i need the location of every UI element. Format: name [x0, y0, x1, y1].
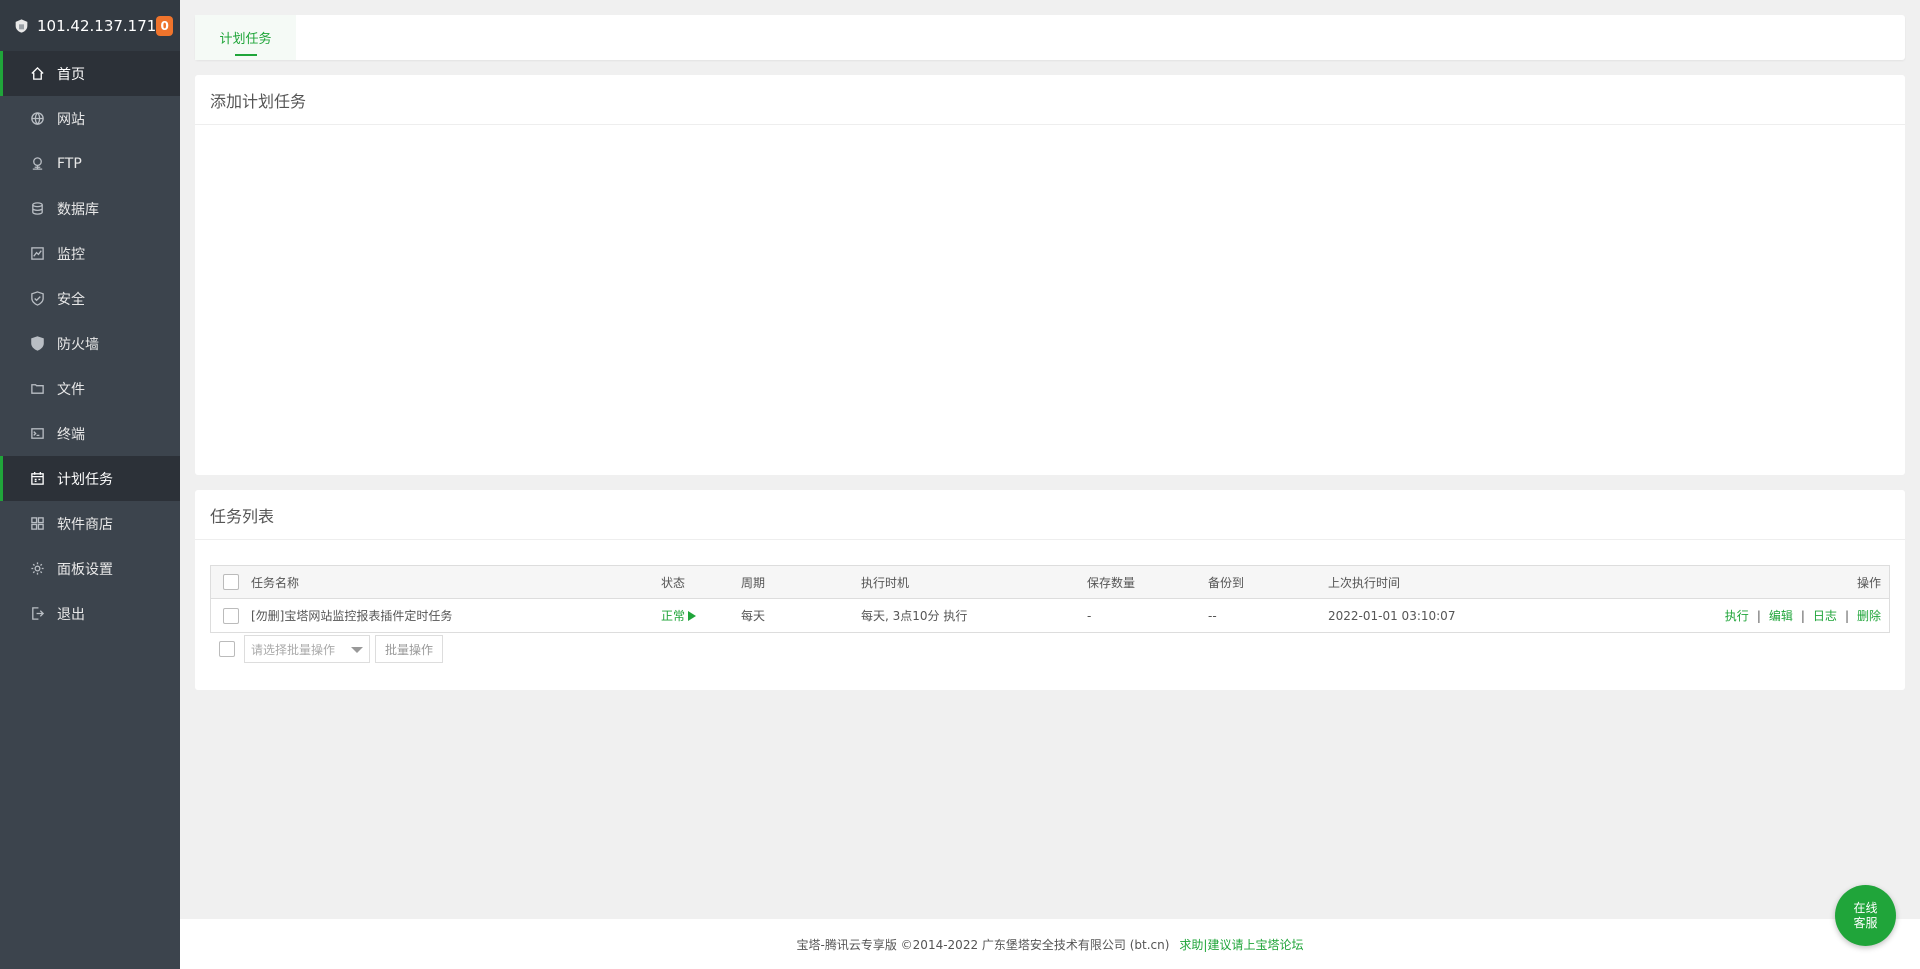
separator: |	[1844, 609, 1849, 623]
globe-icon	[29, 111, 45, 127]
chat-label-line2: 客服	[1853, 915, 1878, 930]
task-list-title: 任务列表	[195, 490, 1905, 540]
col-last-run[interactable]: 上次执行时间	[1328, 574, 1628, 591]
logout-icon	[29, 606, 45, 622]
sidebar-item-label: 网站	[57, 111, 85, 128]
play-icon	[688, 610, 697, 621]
task-table: 任务名称 状态 周期 执行时机 保存数量 备份到 上次执行时间 操作 [勿删]宝…	[210, 565, 1890, 633]
home-icon	[29, 66, 45, 82]
add-task-panel: 添加计划任务	[195, 75, 1905, 475]
col-save-count: 保存数量	[1087, 575, 1136, 590]
notification-badge[interactable]: 0	[156, 15, 173, 36]
sidebar-item-label: 文件	[57, 381, 85, 398]
col-cycle: 周期	[741, 575, 766, 590]
sidebar-item-monitor[interactable]: 监控	[0, 231, 180, 276]
sidebar-item-label: 终端	[57, 426, 85, 443]
batch-operation-select[interactable]: 请选择批量操作	[244, 635, 370, 663]
sidebar-menu: 首页 网站 FTP 数据库 监控 安全 防火墙 文件 终端 计划任务 软件商店 …	[0, 51, 180, 636]
folder-icon	[29, 381, 45, 397]
chat-label-line1: 在线	[1853, 900, 1878, 915]
online-support-button[interactable]: 在线 客服	[1835, 885, 1896, 946]
sidebar-item-files[interactable]: 文件	[0, 366, 180, 411]
batch-select-checkbox[interactable]	[219, 641, 235, 657]
task-cycle: 每天	[741, 609, 766, 623]
database-icon	[29, 201, 45, 217]
sidebar-item-label: 防火墙	[57, 336, 99, 353]
row-checkbox[interactable]	[223, 607, 239, 624]
col-backup-to: 备份到	[1208, 575, 1245, 590]
task-save-count: -	[1087, 608, 1092, 623]
sidebar-item-label: 退出	[57, 606, 85, 623]
monitor-icon	[29, 246, 45, 262]
sidebar-item-settings[interactable]: 面板设置	[0, 546, 180, 591]
add-task-title: 添加计划任务	[195, 75, 1905, 125]
sidebar-item-label: 安全	[57, 291, 85, 308]
footer: 宝塔-腾讯云专享版 ©2014-2022 广东堡塔安全技术有限公司 (bt.cn…	[180, 919, 1920, 969]
sidebar-item-security[interactable]: 安全	[0, 276, 180, 321]
main-content: 计划任务 添加计划任务 任务列表 任务名称 状态 周期 执行时机 保存数量 备份…	[180, 0, 1920, 969]
task-backup-to: --	[1208, 608, 1217, 623]
calendar-icon	[29, 471, 45, 487]
sidebar-item-label: 计划任务	[57, 471, 113, 488]
status-toggle[interactable]: 正常	[661, 607, 697, 624]
shield-icon	[29, 291, 45, 307]
col-timing: 执行时机	[861, 575, 910, 590]
sidebar-item-label: 监控	[57, 246, 85, 263]
sidebar-item-label: 软件商店	[57, 516, 113, 533]
sidebar-item-ftp[interactable]: FTP	[0, 141, 180, 186]
col-status: 状态	[661, 575, 686, 590]
status-text: 正常	[661, 609, 686, 623]
sidebar-item-website[interactable]: 网站	[0, 96, 180, 141]
task-list-panel: 任务列表 任务名称 状态 周期 执行时机 保存数量 备份到 上次执行时间 操作 …	[195, 490, 1905, 690]
tab-bar: 计划任务	[195, 15, 1905, 60]
sidebar-item-label: 首页	[57, 66, 85, 83]
server-ip: 101.42.137.171	[37, 16, 157, 35]
batch-bar: 请选择批量操作 批量操作	[210, 635, 444, 663]
col-name[interactable]: 任务名称	[251, 574, 661, 591]
copyright-text: 宝塔-腾讯云专享版 ©2014-2022 广东堡塔安全技术有限公司 (bt.cn…	[796, 937, 1170, 952]
table-header: 任务名称 状态 周期 执行时机 保存数量 备份到 上次执行时间 操作	[211, 566, 1889, 599]
sidebar-item-logout[interactable]: 退出	[0, 591, 180, 636]
gear-icon	[29, 561, 45, 577]
shield-logo-icon	[15, 18, 28, 33]
separator: |	[1756, 609, 1761, 623]
server-header: 101.42.137.171 0	[0, 0, 180, 51]
row-actions: 执行 | 编辑 | 日志 | 删除	[1628, 607, 1889, 624]
batch-select-placeholder: 请选择批量操作	[251, 642, 336, 657]
sidebar-item-cron[interactable]: 计划任务	[0, 456, 180, 501]
sidebar-item-home[interactable]: 首页	[0, 51, 180, 96]
sidebar-item-database[interactable]: 数据库	[0, 186, 180, 231]
task-last-run: 2022-01-01 03:10:07	[1328, 608, 1456, 623]
sidebar: 101.42.137.171 0 首页 网站 FTP 数据库 监控 安全 防火墙…	[0, 0, 180, 969]
sidebar-item-label: 数据库	[57, 201, 99, 218]
task-name: [勿删]宝塔网站监控报表插件定时任务	[251, 609, 453, 623]
tab-cron[interactable]: 计划任务	[195, 15, 296, 60]
firewall-icon	[29, 336, 45, 352]
ftp-icon	[29, 156, 45, 172]
log-link[interactable]: 日志	[1813, 609, 1837, 623]
task-timing: 每天, 3点10分 执行	[861, 609, 968, 623]
sidebar-item-store[interactable]: 软件商店	[0, 501, 180, 546]
table-row: [勿删]宝塔网站监控报表插件定时任务 正常 每天 每天, 3点10分 执行 - …	[211, 599, 1889, 632]
edit-link[interactable]: 编辑	[1769, 609, 1793, 623]
batch-operation-button[interactable]: 批量操作	[375, 635, 444, 663]
forum-link[interactable]: 求助|建议请上宝塔论坛	[1179, 936, 1303, 953]
chevron-down-icon	[351, 647, 363, 653]
apps-icon	[29, 516, 45, 532]
col-actions: 操作	[1856, 575, 1881, 590]
sidebar-item-firewall[interactable]: 防火墙	[0, 321, 180, 366]
sidebar-item-label: FTP	[57, 155, 82, 172]
select-all-checkbox[interactable]	[223, 574, 239, 590]
delete-link[interactable]: 删除	[1857, 609, 1881, 623]
terminal-icon	[29, 426, 45, 442]
run-link[interactable]: 执行	[1725, 609, 1749, 623]
sidebar-item-terminal[interactable]: 终端	[0, 411, 180, 456]
sidebar-item-label: 面板设置	[57, 561, 113, 578]
separator: |	[1800, 609, 1805, 623]
